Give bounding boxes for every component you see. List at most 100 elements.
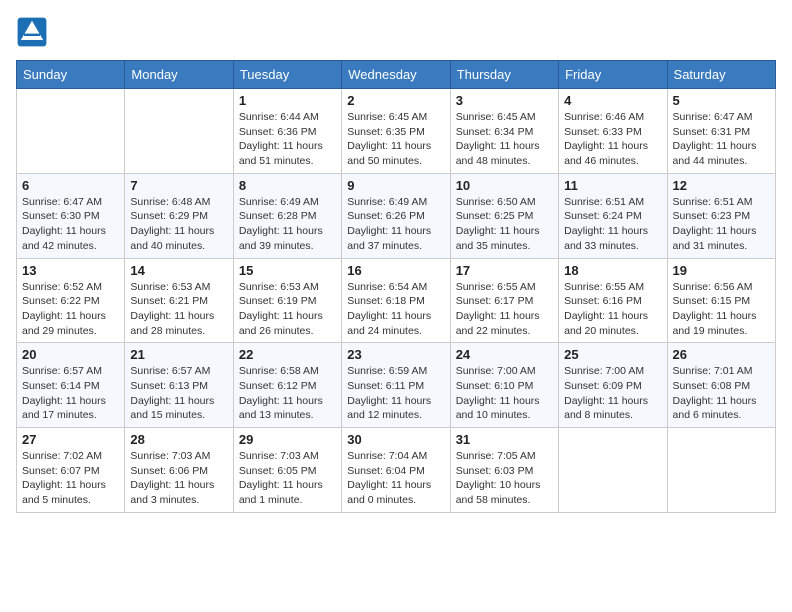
day-number: 10	[456, 178, 553, 193]
calendar-cell: 13 Sunrise: 6:52 AM Sunset: 6:22 PM Dayli…	[17, 258, 125, 343]
calendar-cell: 22 Sunrise: 6:58 AM Sunset: 6:12 PM Dayli…	[233, 343, 341, 428]
calendar-cell	[559, 428, 667, 513]
calendar-header-row: SundayMondayTuesdayWednesdayThursdayFrid…	[17, 61, 776, 89]
calendar-cell: 3 Sunrise: 6:45 AM Sunset: 6:34 PM Daylig…	[450, 89, 558, 174]
day-number: 21	[130, 347, 227, 362]
day-number: 4	[564, 93, 661, 108]
day-info: Sunrise: 7:05 AM Sunset: 6:03 PM Dayligh…	[456, 449, 553, 508]
day-info: Sunrise: 7:00 AM Sunset: 6:09 PM Dayligh…	[564, 364, 661, 423]
day-info: Sunrise: 6:57 AM Sunset: 6:14 PM Dayligh…	[22, 364, 119, 423]
day-number: 18	[564, 263, 661, 278]
calendar-cell: 10 Sunrise: 6:50 AM Sunset: 6:25 PM Dayli…	[450, 173, 558, 258]
calendar-cell: 12 Sunrise: 6:51 AM Sunset: 6:23 PM Dayli…	[667, 173, 775, 258]
calendar-week-row: 27Sunrise: 7:02 AM Sunset: 6:07 PM Dayli…	[17, 428, 776, 513]
day-info: Sunrise: 6:45 AM Sunset: 6:34 PM Dayligh…	[456, 110, 553, 169]
calendar-cell: 8Sunrise: 6:49 AM Sunset: 6:28 PM Daylig…	[233, 173, 341, 258]
calendar-cell: 2 Sunrise: 6:45 AM Sunset: 6:35 PM Daylig…	[342, 89, 450, 174]
day-of-week-header: Sunday	[17, 61, 125, 89]
page-header	[16, 16, 776, 48]
calendar-cell	[17, 89, 125, 174]
day-info: Sunrise: 7:00 AM Sunset: 6:10 PM Dayligh…	[456, 364, 553, 423]
calendar-cell: 31Sunrise: 7:05 AM Sunset: 6:03 PM Dayli…	[450, 428, 558, 513]
day-info: Sunrise: 7:04 AM Sunset: 6:04 PM Dayligh…	[347, 449, 444, 508]
calendar-week-row: 20 Sunrise: 6:57 AM Sunset: 6:14 PM Dayli…	[17, 343, 776, 428]
day-number: 23	[347, 347, 444, 362]
day-number: 20	[22, 347, 119, 362]
calendar-cell: 25 Sunrise: 7:00 AM Sunset: 6:09 PM Dayli…	[559, 343, 667, 428]
day-info: Sunrise: 6:51 AM Sunset: 6:24 PM Dayligh…	[564, 195, 661, 254]
day-info: Sunrise: 6:47 AM Sunset: 6:30 PM Dayligh…	[22, 195, 119, 254]
day-number: 24	[456, 347, 553, 362]
day-of-week-header: Monday	[125, 61, 233, 89]
day-number: 2	[347, 93, 444, 108]
calendar-cell: 6 Sunrise: 6:47 AM Sunset: 6:30 PM Daylig…	[17, 173, 125, 258]
calendar-cell: 19 Sunrise: 6:56 AM Sunset: 6:15 PM Dayli…	[667, 258, 775, 343]
day-info: Sunrise: 6:54 AM Sunset: 6:18 PM Dayligh…	[347, 280, 444, 339]
day-of-week-header: Thursday	[450, 61, 558, 89]
calendar-cell: 17 Sunrise: 6:55 AM Sunset: 6:17 PM Dayli…	[450, 258, 558, 343]
day-info: Sunrise: 7:02 AM Sunset: 6:07 PM Dayligh…	[22, 449, 119, 508]
day-number: 7	[130, 178, 227, 193]
day-info: Sunrise: 6:53 AM Sunset: 6:19 PM Dayligh…	[239, 280, 336, 339]
calendar-cell: 7 Sunrise: 6:48 AM Sunset: 6:29 PM Daylig…	[125, 173, 233, 258]
day-number: 11	[564, 178, 661, 193]
calendar-cell: 23 Sunrise: 6:59 AM Sunset: 6:11 PM Dayli…	[342, 343, 450, 428]
logo-icon	[16, 16, 48, 48]
calendar-cell: 29Sunrise: 7:03 AM Sunset: 6:05 PM Dayli…	[233, 428, 341, 513]
calendar: SundayMondayTuesdayWednesdayThursdayFrid…	[16, 60, 776, 513]
day-info: Sunrise: 7:03 AM Sunset: 6:05 PM Dayligh…	[239, 449, 336, 508]
day-info: Sunrise: 6:44 AM Sunset: 6:36 PM Dayligh…	[239, 110, 336, 169]
day-number: 8	[239, 178, 336, 193]
calendar-cell: 1Sunrise: 6:44 AM Sunset: 6:36 PM Daylig…	[233, 89, 341, 174]
day-number: 17	[456, 263, 553, 278]
day-info: Sunrise: 6:51 AM Sunset: 6:23 PM Dayligh…	[673, 195, 770, 254]
day-info: Sunrise: 6:52 AM Sunset: 6:22 PM Dayligh…	[22, 280, 119, 339]
calendar-cell: 5 Sunrise: 6:47 AM Sunset: 6:31 PM Daylig…	[667, 89, 775, 174]
day-info: Sunrise: 6:46 AM Sunset: 6:33 PM Dayligh…	[564, 110, 661, 169]
day-info: Sunrise: 6:58 AM Sunset: 6:12 PM Dayligh…	[239, 364, 336, 423]
day-of-week-header: Friday	[559, 61, 667, 89]
day-info: Sunrise: 6:50 AM Sunset: 6:25 PM Dayligh…	[456, 195, 553, 254]
day-info: Sunrise: 6:56 AM Sunset: 6:15 PM Dayligh…	[673, 280, 770, 339]
day-number: 5	[673, 93, 770, 108]
calendar-cell: 26 Sunrise: 7:01 AM Sunset: 6:08 PM Dayli…	[667, 343, 775, 428]
day-number: 26	[673, 347, 770, 362]
calendar-cell: 30 Sunrise: 7:04 AM Sunset: 6:04 PM Dayli…	[342, 428, 450, 513]
calendar-cell: 24 Sunrise: 7:00 AM Sunset: 6:10 PM Dayli…	[450, 343, 558, 428]
day-info: Sunrise: 6:45 AM Sunset: 6:35 PM Dayligh…	[347, 110, 444, 169]
day-number: 15	[239, 263, 336, 278]
day-number: 19	[673, 263, 770, 278]
logo	[16, 16, 50, 48]
day-number: 28	[130, 432, 227, 447]
day-info: Sunrise: 6:47 AM Sunset: 6:31 PM Dayligh…	[673, 110, 770, 169]
day-info: Sunrise: 6:53 AM Sunset: 6:21 PM Dayligh…	[130, 280, 227, 339]
day-number: 3	[456, 93, 553, 108]
day-info: Sunrise: 6:49 AM Sunset: 6:26 PM Dayligh…	[347, 195, 444, 254]
calendar-cell	[667, 428, 775, 513]
calendar-cell: 9 Sunrise: 6:49 AM Sunset: 6:26 PM Daylig…	[342, 173, 450, 258]
day-number: 25	[564, 347, 661, 362]
calendar-cell: 27Sunrise: 7:02 AM Sunset: 6:07 PM Dayli…	[17, 428, 125, 513]
day-number: 30	[347, 432, 444, 447]
calendar-cell: 15 Sunrise: 6:53 AM Sunset: 6:19 PM Dayli…	[233, 258, 341, 343]
calendar-cell: 28Sunrise: 7:03 AM Sunset: 6:06 PM Dayli…	[125, 428, 233, 513]
day-info: Sunrise: 6:55 AM Sunset: 6:17 PM Dayligh…	[456, 280, 553, 339]
calendar-cell: 21 Sunrise: 6:57 AM Sunset: 6:13 PM Dayli…	[125, 343, 233, 428]
day-info: Sunrise: 6:55 AM Sunset: 6:16 PM Dayligh…	[564, 280, 661, 339]
calendar-cell: 18 Sunrise: 6:55 AM Sunset: 6:16 PM Dayli…	[559, 258, 667, 343]
day-info: Sunrise: 6:57 AM Sunset: 6:13 PM Dayligh…	[130, 364, 227, 423]
calendar-cell: 14Sunrise: 6:53 AM Sunset: 6:21 PM Dayli…	[125, 258, 233, 343]
day-number: 6	[22, 178, 119, 193]
day-info: Sunrise: 6:59 AM Sunset: 6:11 PM Dayligh…	[347, 364, 444, 423]
calendar-cell: 11 Sunrise: 6:51 AM Sunset: 6:24 PM Dayli…	[559, 173, 667, 258]
day-number: 13	[22, 263, 119, 278]
calendar-cell	[125, 89, 233, 174]
day-number: 9	[347, 178, 444, 193]
day-info: Sunrise: 6:48 AM Sunset: 6:29 PM Dayligh…	[130, 195, 227, 254]
calendar-cell: 4 Sunrise: 6:46 AM Sunset: 6:33 PM Daylig…	[559, 89, 667, 174]
day-number: 22	[239, 347, 336, 362]
day-of-week-header: Saturday	[667, 61, 775, 89]
day-info: Sunrise: 7:01 AM Sunset: 6:08 PM Dayligh…	[673, 364, 770, 423]
day-of-week-header: Wednesday	[342, 61, 450, 89]
day-number: 12	[673, 178, 770, 193]
